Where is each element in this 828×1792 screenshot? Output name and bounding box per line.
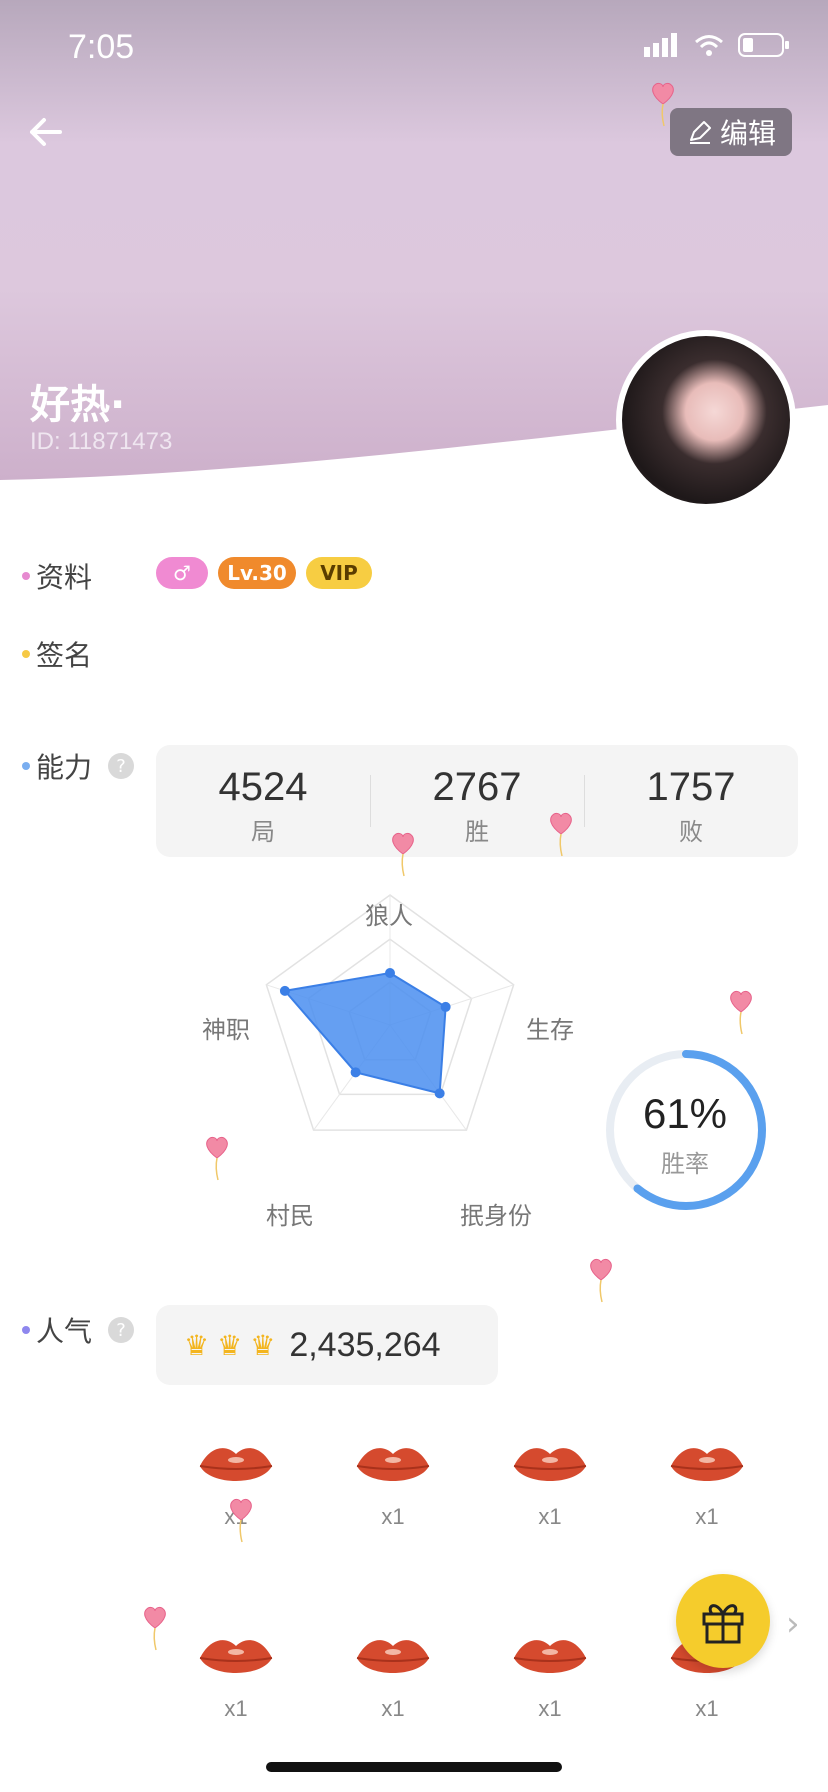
gift-item[interactable]: x1 — [490, 1632, 610, 1722]
radar-value-point — [279, 985, 290, 996]
heart-balloon-icon — [586, 1256, 616, 1306]
win-rate-value: 61% — [642, 1090, 728, 1137]
radar-label-werewolf: 狼人 — [365, 902, 413, 930]
radar-value-area — [282, 971, 447, 1095]
win-rate-label: 胜率 — [661, 1150, 709, 1178]
popularity-value: 2,435,264 — [289, 1325, 441, 1364]
gender-badge: ♂ — [156, 557, 208, 589]
popularity-dot — [22, 1326, 30, 1334]
radar-value-point — [385, 968, 395, 978]
back-arrow-icon[interactable] — [24, 110, 68, 154]
radar-label-villager: 村民 — [266, 1202, 314, 1230]
wifi-icon — [695, 35, 723, 56]
avatar[interactable] — [616, 330, 796, 510]
signal-icon — [644, 33, 677, 57]
signature-dot — [22, 650, 30, 658]
heart-balloon-icon — [388, 830, 418, 880]
lips-icon — [199, 1640, 273, 1673]
crown-icon: ♛ — [250, 1328, 276, 1362]
chevron-right-icon[interactable]: › — [786, 1604, 800, 1644]
edit-button[interactable]: 编辑 — [670, 108, 792, 156]
send-gift-button[interactable] — [676, 1574, 770, 1668]
radar-value-point — [350, 1067, 361, 1078]
heart-balloon-icon — [726, 988, 756, 1038]
gift-quantity: x1 — [695, 1696, 719, 1721]
heart-balloon-icon — [546, 810, 576, 860]
lips-icon — [199, 1448, 273, 1481]
heart-balloon-icon — [648, 80, 678, 130]
pencil-icon — [689, 121, 711, 144]
radar-label-survival: 生存 — [526, 1016, 574, 1044]
heart-balloon-icon — [226, 1496, 256, 1546]
ability-radar-chart — [265, 894, 515, 1131]
gift-item[interactable]: x1 — [490, 1440, 610, 1530]
radar-value-point — [440, 1001, 451, 1012]
crown-icon: ♛ — [217, 1328, 243, 1362]
user-id: ID: 11871473 — [30, 428, 173, 455]
vip-badge: VIP — [306, 557, 372, 589]
gift-quantity: x1 — [538, 1504, 562, 1529]
profile-badges: ♂ Lv.30 VIP — [156, 557, 372, 589]
gift-quantity: x1 — [381, 1696, 405, 1721]
radar-label-identify: 抿身份 — [460, 1202, 532, 1230]
gift-item[interactable]: x1 — [176, 1632, 296, 1722]
username: 好热· — [30, 382, 126, 428]
stat-games: 4524 局 — [218, 765, 308, 846]
ability-dot — [22, 762, 30, 770]
ability-stats-box: 4524 局 2767 胜 1757 败 — [156, 745, 798, 857]
popularity-section-label: 人气 ? — [22, 1310, 135, 1350]
radar-value-point — [434, 1088, 445, 1099]
gift-item[interactable]: x1 — [333, 1440, 453, 1530]
gift-item[interactable]: x1 — [333, 1632, 453, 1722]
lips-icon — [513, 1448, 587, 1481]
profile-section-label: 资料 — [22, 556, 92, 596]
ability-section-label: 能力 ? — [22, 746, 135, 786]
crown-icon: ♛ — [184, 1328, 210, 1362]
gift-item[interactable]: x1 — [647, 1440, 767, 1530]
edit-label: 编辑 — [719, 117, 776, 150]
battery-icon — [738, 33, 789, 57]
gift-icon — [702, 1604, 744, 1644]
lips-icon — [356, 1640, 430, 1673]
gift-quantity: x1 — [695, 1504, 719, 1529]
gift-quantity: x1 — [224, 1696, 248, 1721]
stat-losses: 1757 败 — [646, 765, 736, 846]
lips-icon — [670, 1448, 744, 1481]
level-badge: Lv.30 — [218, 557, 296, 589]
lips-icon — [356, 1448, 430, 1481]
lips-icon — [513, 1640, 587, 1673]
heart-balloon-icon — [202, 1134, 232, 1184]
status-time: 7:05 — [68, 28, 135, 66]
ability-help-icon[interactable]: ? — [108, 753, 135, 779]
signature-section-label: 签名 — [22, 634, 92, 674]
popularity-box: ♛ ♛ ♛ 2,435,264 — [156, 1305, 498, 1385]
home-indicator — [266, 1762, 562, 1772]
heart-balloon-icon — [140, 1604, 170, 1654]
profile-dot — [22, 572, 30, 580]
popularity-help-icon[interactable]: ? — [108, 1317, 135, 1343]
gift-quantity: x1 — [538, 1696, 562, 1721]
status-icons — [644, 32, 790, 58]
radar-label-god: 神职 — [202, 1016, 250, 1044]
gift-quantity: x1 — [381, 1504, 405, 1529]
